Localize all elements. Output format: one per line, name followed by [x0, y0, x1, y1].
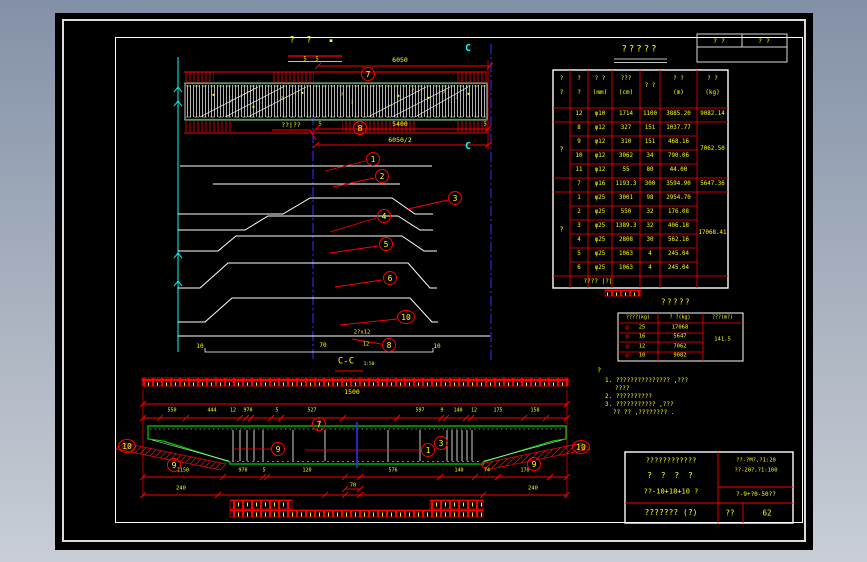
drawing-inner-frame — [115, 37, 803, 523]
cad-viewer-window: ? ? ▪ 5 5 6050 C C ??|?? 5 5400 5 6050/2 ◀? ◀? ◀?? ◀? ◀?… — [0, 0, 867, 562]
